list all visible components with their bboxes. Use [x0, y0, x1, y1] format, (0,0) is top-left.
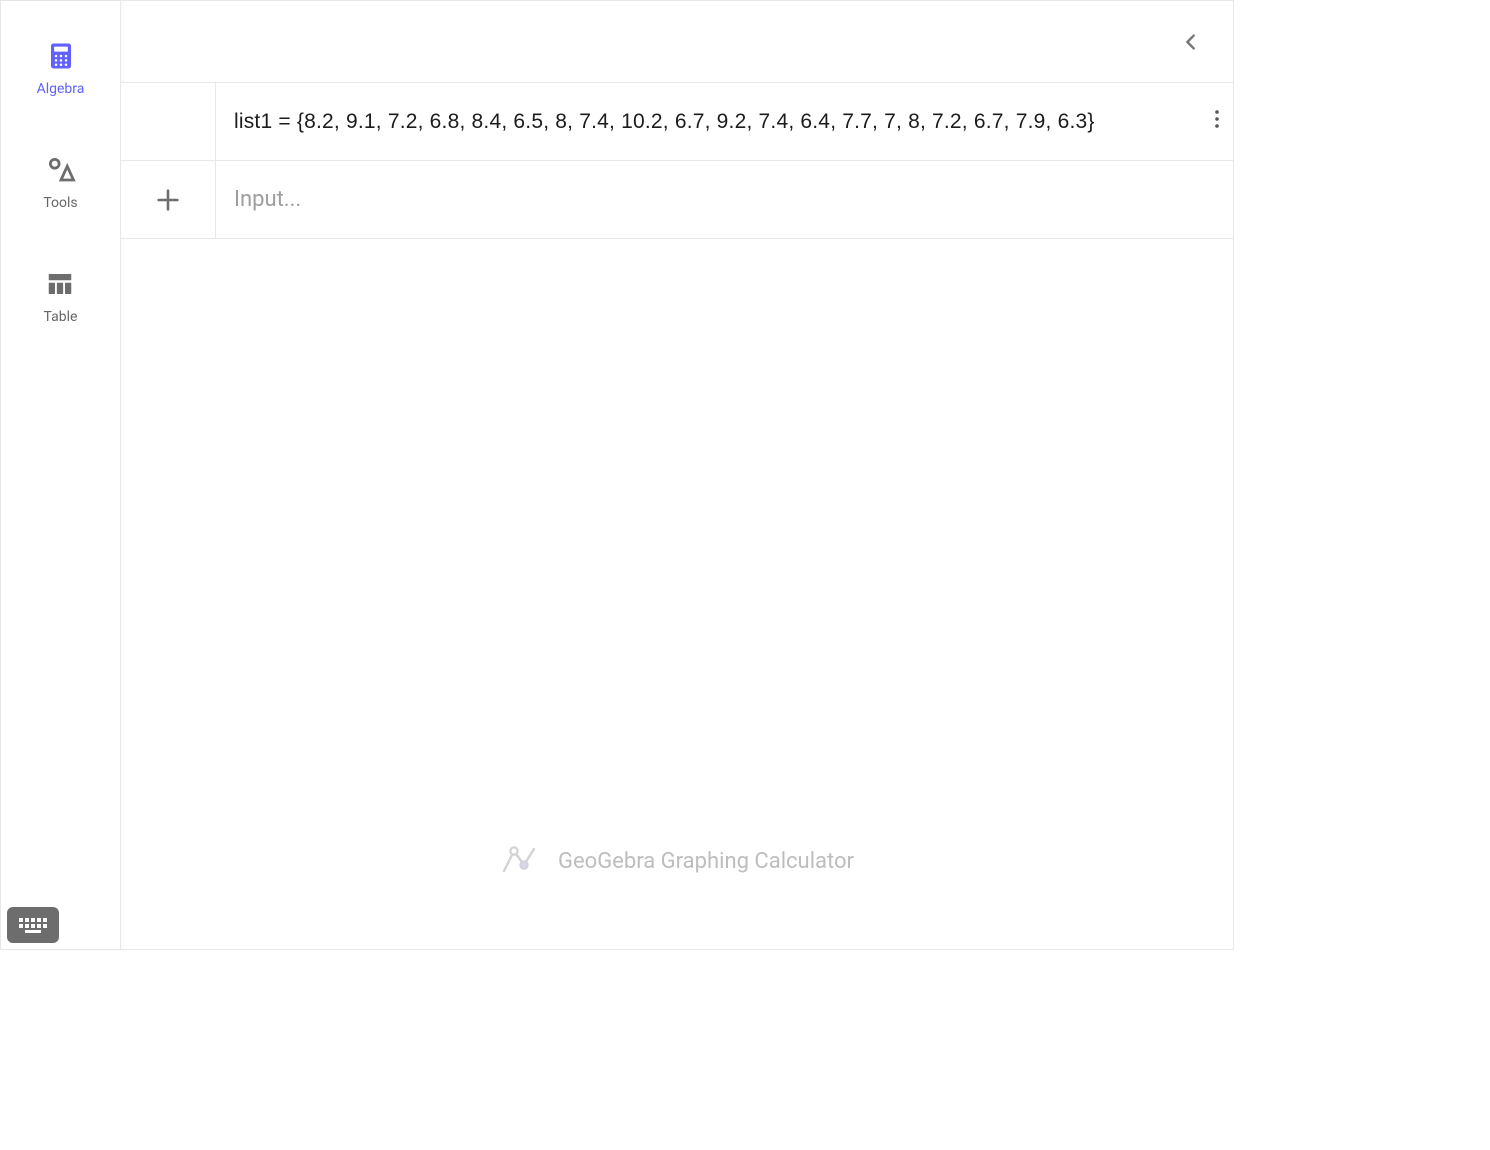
sidebar-label: Table: [44, 309, 78, 325]
virtual-keyboard-button[interactable]: [7, 907, 59, 943]
collapse-button[interactable]: [1177, 28, 1205, 56]
expression-text: list1 = {8.2, 9.1, 7.2, 6.8, 8.4, 6.5, 8…: [234, 110, 1095, 134]
sidebar-label: Algebra: [37, 81, 85, 97]
row-content[interactable]: list1 = {8.2, 9.1, 7.2, 6.8, 8.4, 6.5, 8…: [216, 83, 1233, 160]
keyboard-icon: [16, 915, 50, 935]
geogebra-logo-icon: [500, 845, 538, 877]
expression-input[interactable]: [234, 187, 1219, 212]
more-button[interactable]: [1213, 109, 1225, 135]
table-icon: [45, 269, 75, 299]
watermark: GeoGebra Graphing Calculator: [500, 845, 854, 877]
topbar: [121, 1, 1233, 83]
add-row-button[interactable]: [121, 161, 216, 238]
algebra-rows: list1 = {8.2, 9.1, 7.2, 6.8, 8.4, 6.5, 8…: [121, 83, 1233, 239]
sidebar-item-tools[interactable]: Tools: [43, 155, 77, 211]
more-vertical-icon: [1213, 109, 1221, 129]
sidebar: Algebra Tools Table: [1, 1, 121, 949]
tools-icon: [46, 155, 76, 185]
input-row[interactable]: [121, 161, 1233, 239]
chevron-left-icon: [1180, 31, 1202, 53]
plus-icon: [154, 186, 182, 214]
input-content[interactable]: [216, 161, 1233, 238]
row-toggle[interactable]: [121, 83, 216, 160]
watermark-text: GeoGebra Graphing Calculator: [558, 849, 854, 874]
expression-row[interactable]: list1 = {8.2, 9.1, 7.2, 6.8, 8.4, 6.5, 8…: [121, 83, 1233, 161]
calculator-icon: [46, 41, 76, 71]
main-panel: list1 = {8.2, 9.1, 7.2, 6.8, 8.4, 6.5, 8…: [121, 1, 1233, 949]
sidebar-label: Tools: [43, 195, 77, 211]
sidebar-item-table[interactable]: Table: [44, 269, 78, 325]
sidebar-item-algebra[interactable]: Algebra: [37, 41, 85, 97]
app-window: Algebra Tools Table: [0, 0, 1234, 950]
